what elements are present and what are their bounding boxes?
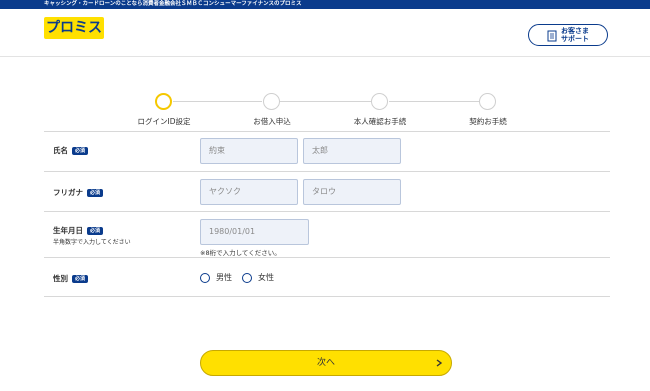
radio-circle	[242, 272, 252, 283]
birthdate-label-text: 生年月日	[53, 226, 83, 235]
required-badge: 必須	[87, 227, 104, 235]
kana-label: フリガナ 必須	[53, 187, 104, 198]
gender-row: 性別 必須 男性 女性	[44, 257, 610, 297]
gender-label: 性別 必須	[53, 273, 89, 284]
logo-text: プロミス	[46, 20, 102, 36]
required-badge: 必須	[87, 189, 104, 197]
birthdate-input[interactable]: 1980/01/01	[200, 219, 309, 245]
birthdate-label: 生年月日 必須	[53, 225, 104, 236]
gender-male-label: 男性	[216, 273, 232, 282]
required-badge: 必須	[72, 275, 89, 283]
next-button[interactable]: 次へ	[200, 350, 452, 376]
required-badge: 必須	[72, 147, 89, 155]
step-indicator-application	[263, 93, 280, 110]
top-banner: キャッシング・カードローンのことなら消費者金融会社ＳＭＢＣコンシューマーファイナ…	[0, 0, 650, 9]
step-label-application: お借入申込	[253, 117, 291, 126]
birthdate-row: 生年月日 必須 半角数字で入力してください 1980/01/01 ※8桁で入力して…	[44, 211, 610, 257]
step-label-contract: 契約お手続	[469, 117, 507, 126]
gender-female-radio[interactable]: 女性	[242, 272, 274, 283]
customer-support-button[interactable]: お客さま サポート	[528, 24, 608, 46]
radio-circle	[200, 272, 210, 283]
kana-label-text: フリガナ	[53, 188, 83, 197]
birthdate-hint: 半角数字で入力してください	[53, 239, 131, 246]
promise-logo[interactable]: プロミス	[44, 17, 104, 39]
step-connector	[280, 101, 372, 102]
support-label-line1: お客さま	[561, 27, 589, 35]
birthdate-note: ※8桁で入力してください。	[200, 249, 281, 257]
step-connector	[173, 101, 262, 102]
name-label: 氏名 必須	[53, 145, 89, 156]
step-indicator-contract	[479, 93, 496, 110]
first-name-input[interactable]: 太郎	[303, 138, 401, 164]
support-label-line2: サポート	[561, 35, 589, 43]
kana-row: フリガナ 必須 ヤクソク タロウ	[44, 171, 610, 211]
name-row: 氏名 必須 約束 太郎	[44, 131, 610, 171]
step-indicator-login-id	[155, 93, 172, 110]
first-name-kana-input[interactable]: タロウ	[303, 179, 401, 205]
gender-male-radio[interactable]: 男性	[200, 272, 232, 283]
site-header: プロミス お客さま サポート	[0, 9, 650, 57]
support-label: お客さま サポート	[561, 27, 605, 43]
name-label-text: 氏名	[53, 146, 68, 155]
last-name-input[interactable]: 約束	[200, 138, 298, 164]
gender-female-label: 女性	[258, 273, 274, 282]
application-form: 氏名 必須 約束 太郎 フリガナ 必須 ヤクソク タロウ 生年月日 必須 半角数字で入…	[44, 131, 610, 297]
step-label-identity: 本人確認お手続	[353, 117, 407, 126]
chevron-right-icon	[436, 359, 443, 367]
step-indicator-identity	[371, 93, 388, 110]
top-banner-text: キャッシング・カードローンのことなら消費者金融会社ＳＭＢＣコンシューマーファイナ…	[44, 1, 302, 7]
next-button-label: 次へ	[316, 358, 335, 368]
step-label-login-id: ログインID設定	[137, 117, 191, 126]
step-connector	[389, 101, 480, 102]
last-name-kana-input[interactable]: ヤクソク	[200, 179, 298, 205]
gender-label-text: 性別	[53, 274, 68, 283]
document-icon	[547, 30, 557, 42]
progress-steps: ログインID設定 お借入申込 本人確認お手続 契約お手続	[0, 90, 650, 130]
